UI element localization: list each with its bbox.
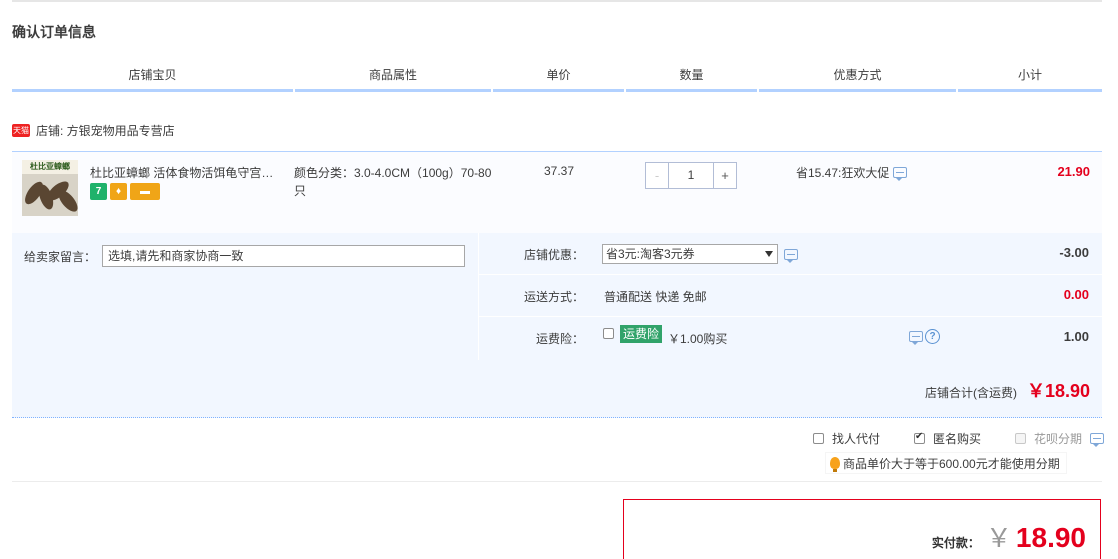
discount-info: 省15.47:狂欢大促 (796, 164, 908, 181)
column-unit-price: 单价 (493, 60, 624, 92)
chat-bubble-icon[interactable] (1090, 433, 1104, 447)
huabei-option: 花呗分期 (1014, 430, 1104, 447)
product-title-link[interactable]: 杜比亚蟑螂 活体食物活饵龟守宫蜥蜴 (90, 164, 280, 181)
proxy-pay-option[interactable]: 找人代付 (812, 430, 880, 447)
order-options-panel: 店铺优惠： 省3元:淘客3元券 -3.00 运送方式： 普通配送 快递 免邮 0… (478, 233, 1103, 360)
tmall-icon: 天猫 (12, 123, 30, 137)
seller-memo-section: 给卖家留言： 选填,请先和商家协商一致 (12, 233, 478, 360)
column-attributes: 商品属性 (295, 60, 491, 92)
shop-discount-label: 店铺优惠： (523, 248, 584, 262)
column-quantity: 数量 (626, 60, 757, 92)
column-subtotal: 小计 (958, 60, 1102, 92)
question-mark-icon[interactable]: ? (925, 329, 940, 344)
memo-input[interactable]: 选填,请先和商家协商一致 (102, 245, 465, 267)
quantity-input[interactable]: 1 (669, 163, 713, 188)
huabei-tip-text: 商品单价大于等于600.00元才能使用分期 (843, 456, 1060, 471)
section-divider (12, 481, 1102, 482)
thumbnail-brand-text: 杜比亚蟑螂 (22, 160, 78, 174)
chat-bubble-icon[interactable] (893, 167, 908, 181)
shop-total: 店铺合计(含运费) ￥18.90 (925, 377, 1090, 403)
memo-label: 给卖家留言： (24, 250, 97, 264)
seven-day-return-icon[interactable]: 7 (90, 183, 107, 200)
shop-discount-value: -3.00 (1059, 245, 1089, 260)
insurance-checkbox[interactable] (603, 328, 614, 339)
payment-options: 找人代付 匿名购买 花呗分期 (812, 430, 1104, 447)
quantity-stepper: - 1 + (645, 162, 737, 189)
shop-discount-row: 店铺优惠： 省3元:淘客3元券 -3.00 (479, 233, 1103, 275)
column-header: 店铺宝贝 商品属性 单价 数量 优惠方式 小计 (12, 60, 1102, 92)
chevron-down-icon (765, 251, 773, 257)
payment-line: 实付款： ￥ 18.90 (932, 518, 1086, 555)
shipping-value: 0.00 (1063, 287, 1089, 302)
shop-row: 天猫 店铺: 方银宠物用品专营店 (12, 118, 175, 142)
quantity-increase-button[interactable]: + (713, 163, 736, 188)
insurance-price: ￥1.00购买 (668, 332, 728, 346)
insurance-value: 1.00 (1063, 329, 1089, 344)
huabei-tip: 商品单价大于等于600.00元才能使用分期 (825, 452, 1067, 474)
shop-total-amount: ￥18.90 (1026, 381, 1090, 401)
payment-amount: 18.90 (1015, 522, 1086, 553)
proxy-pay-checkbox[interactable] (812, 433, 824, 444)
anonymous-option[interactable]: 匿名购买 (913, 430, 981, 447)
insurance-label: 运费险： (535, 332, 584, 346)
quantity-decrease-button[interactable]: - (646, 163, 669, 188)
discount-text: 省15.47:狂欢大促 (796, 166, 890, 180)
column-discount: 优惠方式 (759, 60, 956, 92)
shop-discount-select[interactable]: 省3元:淘客3元券 (602, 244, 778, 264)
insurance-row: 运费险： 运费险 ￥1.00购买 ? 1.00 (479, 317, 1103, 359)
shop-name[interactable]: 店铺: 方银宠物用品专营店 (36, 122, 175, 139)
page-title: 确认订单信息 (12, 24, 96, 40)
shop-discount-selected: 省3元:淘客3元券 (606, 247, 695, 261)
thumbnail-bug-shape (55, 187, 78, 215)
chat-bubble-icon[interactable] (909, 331, 923, 345)
product-thumbnail[interactable]: 杜比亚蟑螂 (22, 160, 78, 216)
anonymous-label: 匿名购买 (932, 432, 981, 446)
currency-symbol: ￥ (985, 523, 1012, 553)
huabei-label: 花呗分期 (1033, 432, 1082, 446)
insurance-help: ? (909, 329, 940, 345)
proxy-pay-label: 找人代付 (831, 432, 880, 446)
product-attributes: 颜色分类：3.0-4.0CM（100g）70-80只 (294, 166, 492, 198)
order-detail-panel: 给卖家留言： 选填,请先和商家协商一致 店铺优惠： 省3元:淘客3元券 -3.0… (12, 233, 1103, 418)
guarantee-icon[interactable]: ♦ (110, 183, 127, 200)
shipping-label: 运送方式： (523, 290, 584, 304)
service-icons: 7 ♦ ▬ (90, 183, 160, 200)
order-item-row: 杜比亚蟑螂 杜比亚蟑螂 活体食物活饵龟守宫蜥蜴 7 ♦ ▬ 颜色分类：3.0-4… (12, 151, 1102, 233)
payment-label: 实付款： (931, 536, 980, 550)
shipping-method: 普通配送 快递 免邮 (604, 290, 707, 304)
lightbulb-icon (830, 457, 840, 472)
huabei-checkbox (1014, 433, 1026, 444)
item-subtotal: 21.90 (1057, 164, 1090, 179)
shipping-row: 运送方式： 普通配送 快递 免邮 0.00 (479, 275, 1103, 317)
card-pay-icon[interactable]: ▬ (130, 183, 160, 200)
top-divider (12, 0, 1102, 2)
payment-summary: 实付款： ￥ 18.90 (623, 499, 1101, 559)
column-shop-item: 店铺宝贝 (12, 60, 293, 92)
shop-total-label: 店铺合计(含运费) (924, 386, 1017, 400)
anonymous-checkbox[interactable] (913, 431, 925, 444)
insurance-tag: 运费险 (620, 325, 663, 343)
chat-bubble-icon[interactable] (784, 249, 798, 263)
unit-price: 37.37 (543, 164, 575, 178)
